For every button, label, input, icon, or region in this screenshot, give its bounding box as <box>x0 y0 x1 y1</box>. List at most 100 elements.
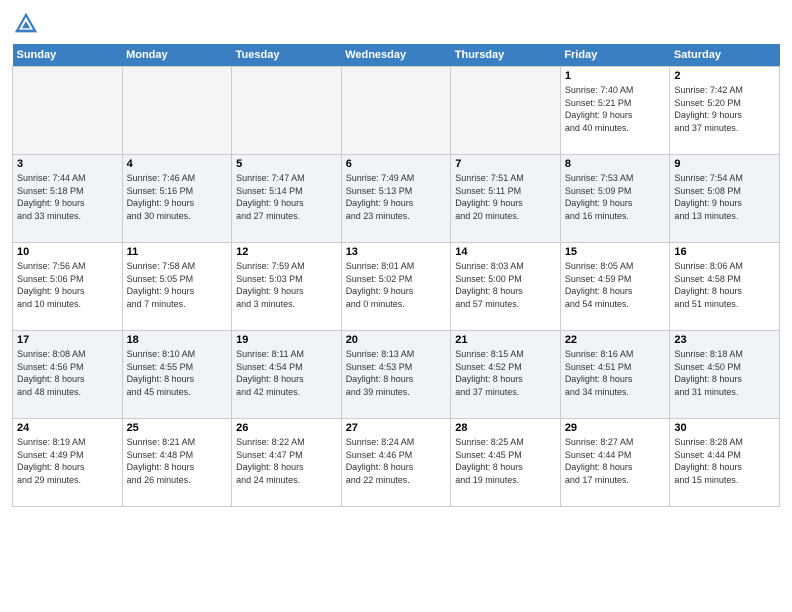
calendar-cell: 25 Sunrise: 8:21 AM Sunset: 4:48 PM Dayli… <box>122 419 232 507</box>
day-info: Sunrise: 7:51 AM Sunset: 5:11 PM Dayligh… <box>455 172 556 222</box>
day-info: Sunrise: 8:28 AM Sunset: 4:44 PM Dayligh… <box>674 436 775 486</box>
day-info: Sunrise: 7:40 AM Sunset: 5:21 PM Dayligh… <box>565 84 666 134</box>
week-row-1: 1 Sunrise: 7:40 AM Sunset: 5:21 PM Daylig… <box>13 67 780 155</box>
calendar-cell <box>451 67 561 155</box>
calendar-cell <box>13 67 123 155</box>
calendar-cell: 21Sunrise: 8:15 AM Sunset: 4:52 PM Dayli… <box>451 331 561 419</box>
weekday-saturday: Saturday <box>670 44 780 67</box>
day-number: 9 <box>674 158 775 170</box>
day-number: 17 <box>17 334 118 346</box>
calendar-cell: 6 Sunrise: 7:49 AM Sunset: 5:13 PM Daylig… <box>341 155 451 243</box>
day-number: 4 <box>127 158 228 170</box>
day-number: 15 <box>565 246 666 258</box>
calendar-cell: 30 Sunrise: 8:28 AM Sunset: 4:44 PM Dayli… <box>670 419 780 507</box>
day-number: 20 <box>346 334 447 346</box>
calendar-table: SundayMondayTuesdayWednesdayThursdayFrid… <box>12 44 780 507</box>
calendar-cell: 11 Sunrise: 7:58 AM Sunset: 5:05 PM Dayli… <box>122 243 232 331</box>
weekday-friday: Friday <box>560 44 670 67</box>
day-number: 12 <box>236 246 337 258</box>
calendar-cell: 2 Sunrise: 7:42 AM Sunset: 5:20 PM Daylig… <box>670 67 780 155</box>
day-number: 29 <box>565 422 666 434</box>
day-number: 11 <box>127 246 228 258</box>
day-number: 14 <box>455 246 556 258</box>
calendar-cell: 24 Sunrise: 8:19 AM Sunset: 4:49 PM Dayli… <box>13 419 123 507</box>
calendar-cell <box>232 67 342 155</box>
day-info: Sunrise: 8:22 AM Sunset: 4:47 PM Dayligh… <box>236 436 337 486</box>
calendar-cell: 20Sunrise: 8:13 AM Sunset: 4:53 PM Dayli… <box>341 331 451 419</box>
day-number: 10 <box>17 246 118 258</box>
day-info: Sunrise: 7:46 AM Sunset: 5:16 PM Dayligh… <box>127 172 228 222</box>
weekday-wednesday: Wednesday <box>341 44 451 67</box>
calendar-cell: 10 Sunrise: 7:56 AM Sunset: 5:06 PM Dayli… <box>13 243 123 331</box>
calendar-cell: 13 Sunrise: 8:01 AM Sunset: 5:02 PM Dayli… <box>341 243 451 331</box>
day-info: Sunrise: 8:25 AM Sunset: 4:45 PM Dayligh… <box>455 436 556 486</box>
day-number: 19 <box>236 334 337 346</box>
day-info: Sunrise: 8:24 AM Sunset: 4:46 PM Dayligh… <box>346 436 447 486</box>
day-info: Sunrise: 7:59 AM Sunset: 5:03 PM Dayligh… <box>236 260 337 310</box>
weekday-sunday: Sunday <box>13 44 123 67</box>
logo <box>12 10 44 38</box>
day-info: Sunrise: 7:58 AM Sunset: 5:05 PM Dayligh… <box>127 260 228 310</box>
calendar-cell: 12 Sunrise: 7:59 AM Sunset: 5:03 PM Dayli… <box>232 243 342 331</box>
calendar-cell: 18Sunrise: 8:10 AM Sunset: 4:55 PM Dayli… <box>122 331 232 419</box>
day-info: Sunrise: 8:01 AM Sunset: 5:02 PM Dayligh… <box>346 260 447 310</box>
calendar-cell: 8 Sunrise: 7:53 AM Sunset: 5:09 PM Daylig… <box>560 155 670 243</box>
day-number: 1 <box>565 70 666 82</box>
day-number: 16 <box>674 246 775 258</box>
calendar-cell: 23 Sunrise: 8:18 AM Sunset: 4:50 PM Dayli… <box>670 331 780 419</box>
day-info: Sunrise: 8:27 AM Sunset: 4:44 PM Dayligh… <box>565 436 666 486</box>
day-number: 30 <box>674 422 775 434</box>
day-number: 26 <box>236 422 337 434</box>
calendar-cell: 27 Sunrise: 8:24 AM Sunset: 4:46 PM Dayli… <box>341 419 451 507</box>
calendar-cell: 4 Sunrise: 7:46 AM Sunset: 5:16 PM Daylig… <box>122 155 232 243</box>
day-info: Sunrise: 8:05 AM Sunset: 4:59 PM Dayligh… <box>565 260 666 310</box>
day-info: Sunrise: 7:54 AM Sunset: 5:08 PM Dayligh… <box>674 172 775 222</box>
day-info: Sunrise: 7:56 AM Sunset: 5:06 PM Dayligh… <box>17 260 118 310</box>
week-row-4: 17 Sunrise: 8:08 AM Sunset: 4:56 PM Dayli… <box>13 331 780 419</box>
weekday-header-row: SundayMondayTuesdayWednesdayThursdayFrid… <box>13 44 780 67</box>
day-number: 7 <box>455 158 556 170</box>
day-number: 27 <box>346 422 447 434</box>
day-number: 22 <box>565 334 666 346</box>
calendar-cell: 19 Sunrise: 8:11 AM Sunset: 4:54 PM Dayli… <box>232 331 342 419</box>
week-row-2: 3 Sunrise: 7:44 AM Sunset: 5:18 PM Daylig… <box>13 155 780 243</box>
day-info: Sunrise: 7:44 AM Sunset: 5:18 PM Dayligh… <box>17 172 118 222</box>
calendar-cell: 7 Sunrise: 7:51 AM Sunset: 5:11 PM Daylig… <box>451 155 561 243</box>
day-info: Sunrise: 7:42 AM Sunset: 5:20 PM Dayligh… <box>674 84 775 134</box>
day-info: Sunrise: 8:03 AM Sunset: 5:00 PM Dayligh… <box>455 260 556 310</box>
day-number: 13 <box>346 246 447 258</box>
day-number: 25 <box>127 422 228 434</box>
calendar-cell: 22 Sunrise: 8:16 AM Sunset: 4:51 PM Dayli… <box>560 331 670 419</box>
calendar-cell: 5 Sunrise: 7:47 AM Sunset: 5:14 PM Daylig… <box>232 155 342 243</box>
day-info: Sunrise: 8:21 AM Sunset: 4:48 PM Dayligh… <box>127 436 228 486</box>
day-number: 5 <box>236 158 337 170</box>
calendar-cell: 9 Sunrise: 7:54 AM Sunset: 5:08 PM Daylig… <box>670 155 780 243</box>
calendar-cell: 15 Sunrise: 8:05 AM Sunset: 4:59 PM Dayli… <box>560 243 670 331</box>
day-info: Sunrise: 7:53 AM Sunset: 5:09 PM Dayligh… <box>565 172 666 222</box>
day-number: 3 <box>17 158 118 170</box>
calendar-cell: 29 Sunrise: 8:27 AM Sunset: 4:44 PM Dayli… <box>560 419 670 507</box>
weekday-monday: Monday <box>122 44 232 67</box>
day-info: Sunrise: 8:19 AM Sunset: 4:49 PM Dayligh… <box>17 436 118 486</box>
calendar-cell: 17 Sunrise: 8:08 AM Sunset: 4:56 PM Dayli… <box>13 331 123 419</box>
header <box>12 10 780 38</box>
weekday-thursday: Thursday <box>451 44 561 67</box>
calendar-cell <box>122 67 232 155</box>
day-info: Sunrise: 7:47 AM Sunset: 5:14 PM Dayligh… <box>236 172 337 222</box>
calendar-cell: 3 Sunrise: 7:44 AM Sunset: 5:18 PM Daylig… <box>13 155 123 243</box>
day-info: Sunrise: 8:11 AM Sunset: 4:54 PM Dayligh… <box>236 348 337 398</box>
day-info: Sunrise: 8:08 AM Sunset: 4:56 PM Dayligh… <box>17 348 118 398</box>
day-info: Sunrise: 8:10 AM Sunset: 4:55 PM Dayligh… <box>127 348 228 398</box>
day-number: 24 <box>17 422 118 434</box>
day-info: Sunrise: 7:49 AM Sunset: 5:13 PM Dayligh… <box>346 172 447 222</box>
day-number: 2 <box>674 70 775 82</box>
calendar-cell <box>341 67 451 155</box>
day-info: Sunrise: 8:16 AM Sunset: 4:51 PM Dayligh… <box>565 348 666 398</box>
day-info: Sunrise: 8:18 AM Sunset: 4:50 PM Dayligh… <box>674 348 775 398</box>
calendar-cell: 1 Sunrise: 7:40 AM Sunset: 5:21 PM Daylig… <box>560 67 670 155</box>
calendar-cell: 28Sunrise: 8:25 AM Sunset: 4:45 PM Dayli… <box>451 419 561 507</box>
day-number: 8 <box>565 158 666 170</box>
day-number: 23 <box>674 334 775 346</box>
week-row-3: 10 Sunrise: 7:56 AM Sunset: 5:06 PM Dayli… <box>13 243 780 331</box>
day-number: 6 <box>346 158 447 170</box>
